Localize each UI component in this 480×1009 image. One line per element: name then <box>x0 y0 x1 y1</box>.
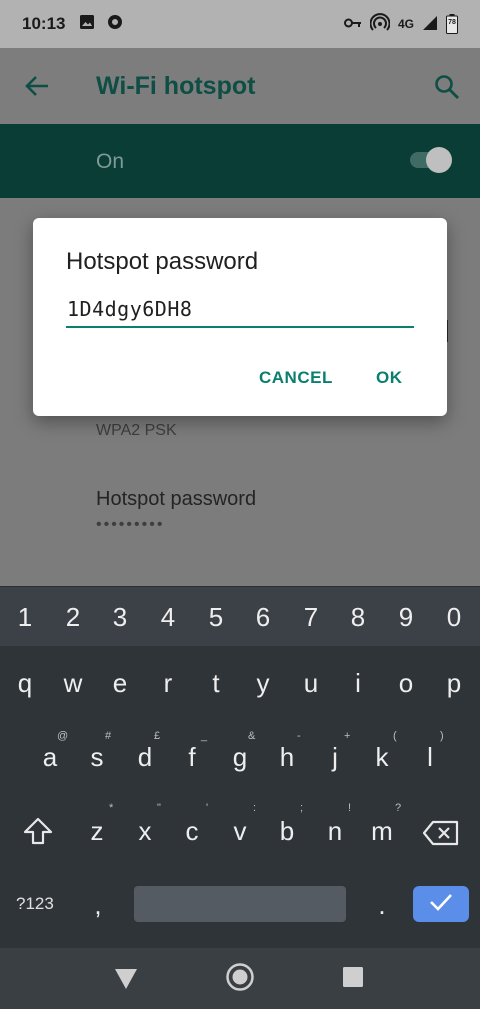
key-u[interactable]: u <box>291 668 331 699</box>
key-h[interactable]: h <box>267 742 307 773</box>
battery-icon: 78 <box>446 14 458 34</box>
key-j-alt: + <box>344 730 351 742</box>
password-input[interactable] <box>66 292 414 328</box>
key-j[interactable]: j <box>315 742 355 773</box>
key-n[interactable]: n <box>315 816 355 847</box>
hotspot-icon <box>369 12 391 36</box>
key-p[interactable]: p <box>434 668 474 699</box>
key-i[interactable]: i <box>338 668 378 699</box>
key-4[interactable]: 4 <box>148 602 188 633</box>
signal-icon <box>422 15 438 34</box>
status-right: 4G 78 <box>343 12 458 36</box>
backspace-icon[interactable] <box>422 820 460 851</box>
toggle-label: On <box>96 150 125 173</box>
page-title: Wi-Fi hotspot <box>96 72 256 100</box>
vpn-key-icon <box>343 17 362 32</box>
key-t[interactable]: t <box>196 668 236 699</box>
key-8[interactable]: 8 <box>338 602 378 633</box>
security-value: WPA2 PSK <box>96 422 177 439</box>
image-notification-icon <box>79 14 95 35</box>
key-f[interactable]: f <box>172 742 212 773</box>
space-bar[interactable] <box>134 886 346 922</box>
battery-level: 78 <box>448 19 456 26</box>
hotspot-switch[interactable] <box>410 147 452 173</box>
search-icon[interactable] <box>434 74 460 105</box>
navigation-bar <box>0 948 480 1009</box>
password-masked-value: ••••••••• <box>96 516 165 533</box>
key-s-alt: # <box>105 730 112 742</box>
key-s[interactable]: s <box>77 742 117 773</box>
record-notification-icon <box>107 14 123 35</box>
back-nav-icon[interactable] <box>114 968 138 995</box>
key-z[interactable]: z <box>77 816 117 847</box>
app-bar: Wi-Fi hotspot <box>0 48 480 124</box>
key-e[interactable]: e <box>100 668 140 699</box>
period-key[interactable]: . <box>362 890 402 921</box>
key-x-alt: " <box>157 802 161 814</box>
key-w[interactable]: w <box>53 668 93 699</box>
key-c[interactable]: c <box>172 816 212 847</box>
key-k-alt: ( <box>393 730 397 742</box>
key-z-alt: * <box>109 802 114 814</box>
key-b[interactable]: b <box>267 816 307 847</box>
key-d-alt: £ <box>154 730 161 742</box>
hotspot-toggle-bar[interactable]: On <box>0 124 480 198</box>
enter-key[interactable] <box>413 886 469 922</box>
check-icon <box>428 892 454 917</box>
key-3[interactable]: 3 <box>100 602 140 633</box>
key-7[interactable]: 7 <box>291 602 331 633</box>
key-a-alt: @ <box>57 730 69 742</box>
key-v-alt: : <box>253 802 257 814</box>
key-c-alt: ' <box>206 802 209 814</box>
key-f-alt: _ <box>201 730 208 742</box>
comma-key[interactable]: , <box>78 890 118 921</box>
shift-icon[interactable] <box>22 816 54 851</box>
password-setting-title[interactable]: Hotspot password <box>96 488 256 511</box>
key-9[interactable]: 9 <box>386 602 426 633</box>
home-nav-icon[interactable] <box>225 962 255 997</box>
key-h-alt: - <box>297 730 301 742</box>
key-m-alt: ? <box>395 802 402 814</box>
key-r[interactable]: r <box>148 668 188 699</box>
status-bar: 10:13 4G 78 <box>0 0 480 48</box>
key-k[interactable]: k <box>362 742 402 773</box>
network-type: 4G <box>397 17 414 31</box>
key-0[interactable]: 0 <box>434 602 474 633</box>
cancel-button[interactable]: CANCEL <box>259 368 333 388</box>
ok-button[interactable]: OK <box>376 368 403 388</box>
key-o[interactable]: o <box>386 668 426 699</box>
key-d[interactable]: d <box>125 742 165 773</box>
key-m[interactable]: m <box>362 816 402 847</box>
key-l[interactable]: l <box>410 742 450 773</box>
key-v[interactable]: v <box>220 816 260 847</box>
switch-knob <box>426 147 452 173</box>
key-g[interactable]: g <box>220 742 260 773</box>
key-g-alt: & <box>248 730 256 742</box>
key-n-alt: ! <box>348 802 352 814</box>
number-row: 1 2 3 4 5 6 7 8 9 0 <box>0 586 480 646</box>
key-q[interactable]: q <box>5 668 45 699</box>
soft-keyboard: 1 2 3 4 5 6 7 8 9 0 q w e r t y u i o p … <box>0 586 480 948</box>
symbols-key[interactable]: ?123 <box>16 894 54 914</box>
key-y[interactable]: y <box>243 668 283 699</box>
key-5[interactable]: 5 <box>196 602 236 633</box>
key-l-alt: ) <box>440 730 444 742</box>
key-a[interactable]: a <box>30 742 70 773</box>
key-x[interactable]: x <box>125 816 165 847</box>
recents-nav-icon[interactable] <box>343 967 363 992</box>
password-dialog: Hotspot password CANCEL OK <box>33 218 447 416</box>
key-2[interactable]: 2 <box>53 602 93 633</box>
status-time: 10:13 <box>22 14 66 33</box>
back-arrow-icon[interactable] <box>24 74 50 103</box>
key-1[interactable]: 1 <box>5 602 45 633</box>
key-b-alt: ; <box>300 802 304 814</box>
key-6[interactable]: 6 <box>243 602 283 633</box>
dialog-title: Hotspot password <box>66 248 259 275</box>
